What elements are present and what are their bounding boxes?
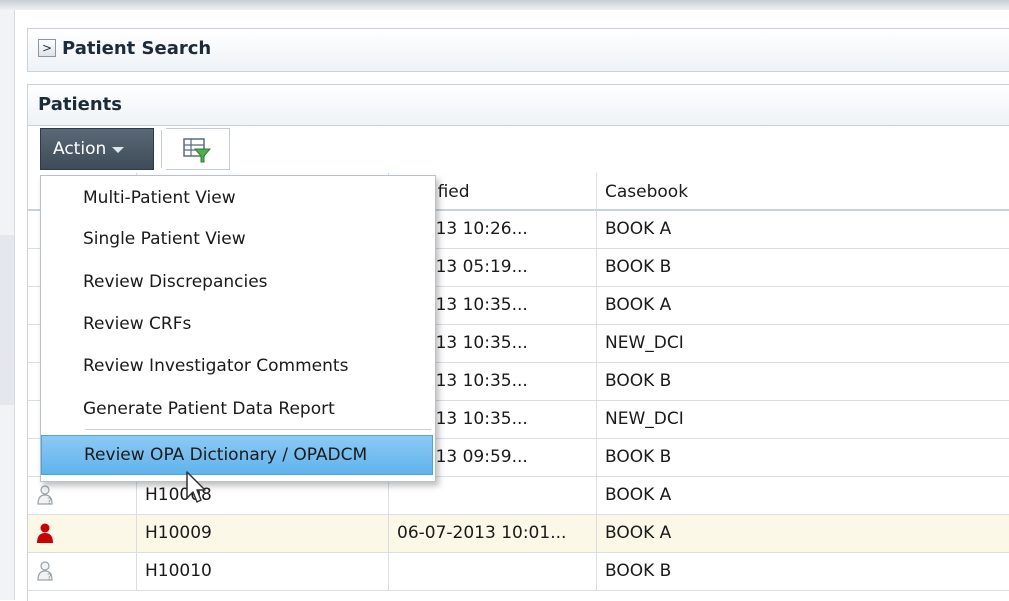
patient-cell: H10008 bbox=[136, 477, 388, 514]
modified-cell bbox=[388, 477, 596, 514]
modified-cell: 06-07-2013 10:01... bbox=[388, 515, 596, 552]
mouse-pointer-icon bbox=[186, 471, 206, 503]
menu-item-review-investigator-comments[interactable]: Review Investigator Comments bbox=[41, 349, 433, 383]
status-cell: ? bbox=[28, 477, 136, 514]
casebook-cell: BOOK B bbox=[596, 553, 1009, 590]
unknown-patient-icon: ? bbox=[37, 561, 53, 582]
patient-cell: H10009 bbox=[136, 515, 388, 552]
casebook-cell: BOOK A bbox=[596, 515, 1009, 552]
menu-item-generate-patient-data-report[interactable]: Generate Patient Data Report bbox=[41, 392, 433, 426]
menu-item-review-crfs[interactable]: Review CRFs bbox=[41, 307, 433, 341]
table-row[interactable]: ? H10010 BOOK B bbox=[28, 553, 1009, 591]
expand-chevron-icon[interactable]: > bbox=[38, 39, 56, 57]
toolbar-divider bbox=[161, 130, 162, 168]
casebook-cell: NEW_DCI bbox=[596, 401, 1009, 438]
menu-item-multi-patient-view[interactable]: Multi-Patient View bbox=[41, 181, 433, 215]
svg-text:?: ? bbox=[47, 497, 52, 506]
unknown-patient-icon: ? bbox=[37, 485, 53, 506]
status-cell bbox=[28, 515, 136, 552]
patients-header: Patients bbox=[28, 85, 1009, 126]
column-header-casebook[interactable]: Casebook bbox=[596, 173, 1009, 211]
menu-separator bbox=[85, 429, 431, 430]
table-filter-icon bbox=[183, 138, 212, 163]
action-button-label: Action bbox=[53, 139, 107, 159]
patient-search-panel[interactable]: > Patient Search bbox=[27, 28, 1009, 72]
menu-item-single-patient-view[interactable]: Single Patient View bbox=[41, 222, 433, 256]
window-top-edge bbox=[0, 0, 1009, 10]
active-patient-icon bbox=[37, 523, 53, 543]
status-cell: ? bbox=[28, 553, 136, 590]
query-filter-button[interactable] bbox=[166, 128, 230, 170]
menu-item-review-discrepancies[interactable]: Review Discrepancies bbox=[41, 265, 433, 299]
casebook-cell: BOOK B bbox=[596, 363, 1009, 400]
menu-item-review-opa-dictionary[interactable]: Review OPA Dictionary / OPADCM bbox=[41, 435, 433, 475]
patient-search-title[interactable]: Patient Search bbox=[62, 38, 211, 59]
casebook-cell: BOOK B bbox=[596, 249, 1009, 286]
left-shade bbox=[0, 235, 14, 405]
patients-toolbar: Action bbox=[28, 126, 1009, 172]
table-row-selected[interactable]: H10009 06-07-2013 10:01... BOOK A bbox=[28, 515, 1009, 553]
action-dropdown-menu: Multi-Patient View Single Patient View R… bbox=[40, 175, 436, 482]
left-divider bbox=[14, 10, 15, 600]
patient-cell: H10010 bbox=[136, 553, 388, 590]
svg-text:?: ? bbox=[47, 573, 52, 582]
table-row[interactable]: ? H10008 BOOK A bbox=[28, 477, 1009, 515]
casebook-cell: BOOK B bbox=[596, 439, 1009, 476]
action-menu-button[interactable]: Action bbox=[40, 128, 154, 170]
casebook-cell: NEW_DCI bbox=[596, 325, 1009, 362]
patients-title: Patients bbox=[38, 94, 122, 115]
chevron-down-icon bbox=[112, 147, 125, 153]
casebook-cell: BOOK A bbox=[596, 211, 1009, 248]
chevron-right-glyph: > bbox=[41, 41, 53, 55]
casebook-cell: BOOK A bbox=[596, 287, 1009, 324]
casebook-cell: BOOK A bbox=[596, 477, 1009, 514]
modified-cell bbox=[388, 553, 596, 590]
